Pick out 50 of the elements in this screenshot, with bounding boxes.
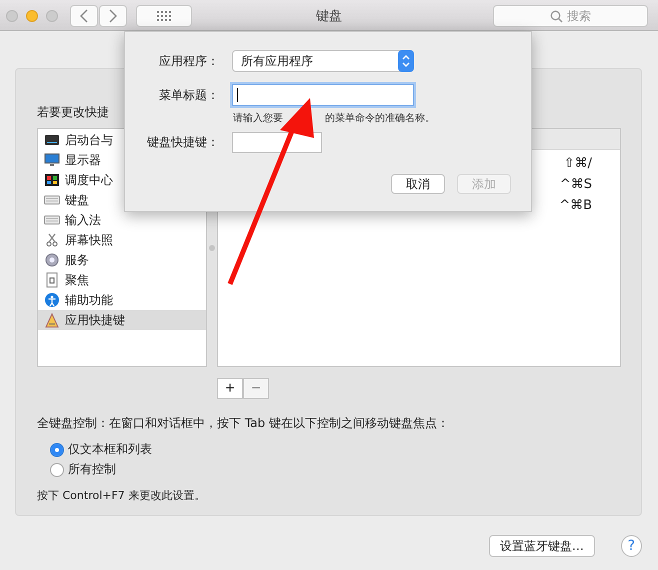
grid-icon: [156, 10, 172, 22]
forward-button[interactable]: [99, 5, 127, 27]
help-button[interactable]: ?: [620, 535, 642, 557]
dialog-button[interactable]: 取消: [391, 174, 445, 194]
splitter-handle[interactable]: [209, 244, 215, 250]
chevron-right-icon: [108, 9, 118, 23]
category-item[interactable]: 键盘: [38, 190, 206, 210]
shortcut-keys: ⇧⌘/: [564, 156, 592, 171]
note-text: 按下 Control+F7 来更改此设置。: [37, 488, 206, 503]
category-item[interactable]: 应用快捷键: [38, 310, 206, 330]
field-label: 键盘快捷键：: [146, 134, 219, 151]
windows-icon: [44, 172, 60, 188]
category-item[interactable]: 输入法: [38, 210, 206, 230]
shortcut-field[interactable]: [232, 132, 322, 153]
app-popup[interactable]: 所有应用程序: [232, 50, 414, 72]
option-label: 所有控制: [68, 461, 116, 478]
stepper-icon: [398, 50, 414, 72]
shortcut-keys: ^⌘S: [560, 177, 592, 192]
minimize-button[interactable]: [26, 10, 38, 22]
hint-text: 请输入您要: [233, 112, 283, 125]
category-item[interactable]: 屏幕快照: [38, 230, 206, 250]
category-item[interactable]: 显示器: [38, 150, 206, 170]
full-keyboard-label: 全键盘控制：在窗口和对话框中，按下 Tab 键在以下控制之间移动键盘焦点：: [37, 415, 450, 432]
close-button[interactable]: [6, 10, 18, 22]
document-icon: [44, 272, 60, 288]
search-icon: [550, 10, 563, 22]
field-label: 应用程序：: [158, 52, 219, 70]
radio-button[interactable]: [50, 462, 64, 476]
radio-button[interactable]: [50, 442, 64, 456]
menu-title-field[interactable]: [232, 84, 414, 106]
add-button[interactable]: +: [217, 378, 243, 399]
category-item[interactable]: 聚焦: [38, 270, 206, 290]
launchpad-icon: [44, 132, 60, 148]
category-item[interactable]: 服务: [38, 250, 206, 270]
zoom-button[interactable]: [46, 10, 58, 22]
monitor-icon: [44, 152, 60, 168]
bluetooth-keyboard-button[interactable]: 设置蓝牙键盘…: [489, 535, 595, 557]
field-label: 菜单标题：: [158, 86, 219, 104]
shortcut-keys: ^⌘B: [559, 198, 592, 213]
accessibility-icon: [44, 292, 60, 308]
show-all-button[interactable]: [136, 5, 192, 27]
chevron-left-icon: [79, 9, 89, 23]
category-item[interactable]: 辅助功能: [38, 290, 206, 310]
option-label: 仅文本框和列表: [68, 441, 152, 458]
heading-text: 若要更改快捷: [37, 104, 110, 119]
hint-text: 的菜单命令的准确名称。: [325, 112, 435, 125]
scissors-icon: [44, 232, 60, 248]
window-title: 键盘: [315, 8, 343, 25]
category-item[interactable]: 调度中心: [38, 170, 206, 190]
back-button[interactable]: [70, 5, 98, 27]
